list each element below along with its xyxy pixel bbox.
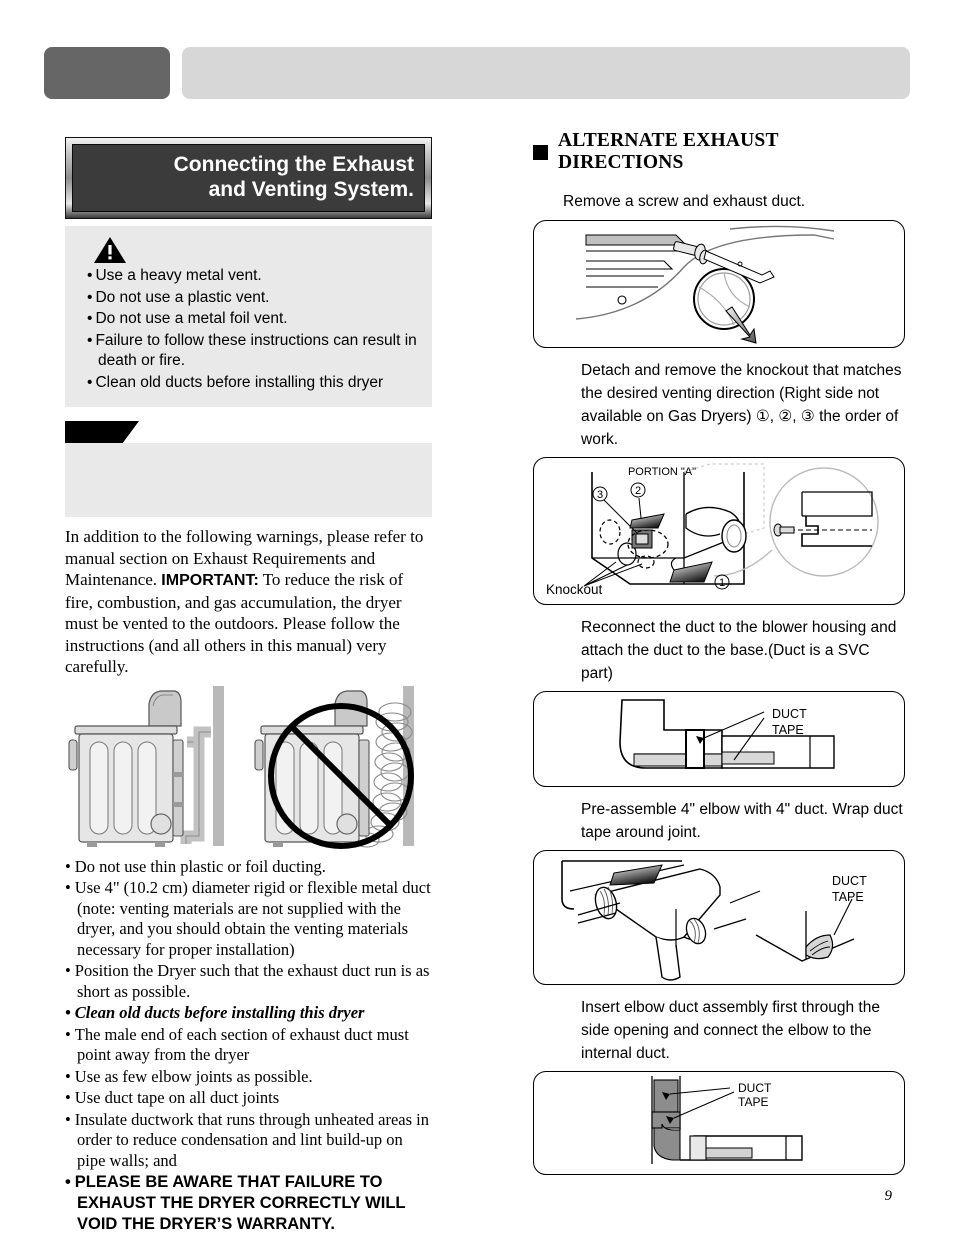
warning-bullet-list: • Use a heavy metal vent. • Do not use a p…: [87, 266, 418, 393]
section-title-line-1: Connecting the Exhaust: [173, 153, 414, 176]
duct-tape-label-line2: TAPE: [772, 723, 804, 737]
warning-item-text: Do not use a plastic vent.: [95, 288, 270, 306]
bullet-glyph: •: [87, 373, 93, 391]
svg-text:2: 2: [635, 485, 641, 497]
note-box-body: [65, 443, 432, 517]
page-number: 9: [884, 1188, 893, 1204]
dryer-flexible-duct-prohibited: [254, 685, 414, 849]
step-2-text: Detach and remove the knockout that matc…: [581, 362, 902, 448]
right-column: ALTERNATE EXHAUST DIRECTIONS Remove a sc…: [533, 130, 905, 1186]
installation-bullet-list: • Do not use thin plastic or foil ducting…: [65, 857, 432, 1236]
bullet-text: Use duct tape on all duct joints: [74, 1088, 280, 1107]
bullet-item: • The male end of each section of exhaust…: [65, 1025, 432, 1066]
warning-item-text: Do not use a metal foil vent.: [95, 310, 288, 327]
section-title-inner: Connecting the Exhaust and Venting Syste…: [72, 144, 425, 212]
bullet-glyph: •: [65, 856, 71, 876]
bullet-text: Clean old ducts before installing this d…: [74, 1003, 365, 1022]
step-3-text: Reconnect the duct to the blower housing…: [581, 619, 897, 682]
screw-and-exhaust-duct-removal-figure: [533, 220, 905, 348]
warning-item: • Do not use a metal foil vent.: [87, 309, 418, 330]
bullet-glyph: •: [65, 961, 71, 980]
intro-paragraph: In addition to the following warnings, p…: [65, 526, 432, 678]
step-4-text: Pre-assemble 4" elbow with 4" duct. Wrap…: [581, 801, 903, 841]
bullet-glyph: •: [87, 267, 93, 284]
duct-to-blower-housing-figure: DUCT TAPE: [533, 691, 905, 787]
warning-item: • Use a heavy metal vent.: [87, 266, 418, 287]
elbow-duct-pre-assembly-figure: DUCT TAPE: [533, 850, 905, 985]
step-5-text: Insert elbow duct assembly first through…: [581, 999, 880, 1062]
page-header: [44, 47, 910, 99]
knockout-portion-a-figure: PORTION "A" Knockout 3 2 1: [533, 457, 905, 605]
warning-item-text: Clean old ducts before installing this d…: [95, 373, 384, 391]
bullet-text: Insulate ductwork that runs through unhe…: [74, 1109, 429, 1170]
header-tab-block: [44, 47, 170, 99]
portion-a-label: PORTION "A": [628, 466, 696, 478]
dryer-rigid-duct-correct: [68, 685, 224, 847]
header-title-bar: [182, 47, 910, 99]
bullet-item-emphasized: • Clean old ducts before installing this …: [65, 1003, 432, 1024]
bullet-glyph: •: [87, 288, 93, 306]
section-title-banner: Connecting the Exhaust and Venting Syste…: [65, 137, 432, 219]
duct-tape-label-line2: TAPE: [832, 890, 864, 904]
note-box: [65, 421, 432, 517]
duct-tape-label-line2: TAPE: [738, 1095, 768, 1109]
svg-text:1: 1: [719, 577, 725, 589]
warning-item: • Failure to follow these instructions ca…: [87, 331, 418, 372]
warning-item: • Do not use a plastic vent.: [87, 288, 418, 309]
duct-tape-label-line1: DUCT: [738, 1081, 772, 1095]
bullet-item: • Use duct tape on all duct joints: [65, 1088, 432, 1109]
bullet-text: Position the Dryer such that the exhaust…: [74, 961, 430, 1001]
note-box-tab: [65, 421, 139, 443]
bullet-text: Do not use thin plastic or foil ducting.: [74, 856, 326, 876]
bullet-glyph: •: [65, 1003, 71, 1022]
bullet-glyph: •: [87, 331, 93, 349]
section-heading-text: ALTERNATE EXHAUST DIRECTIONS: [558, 130, 779, 173]
duct-tape-label-line1: DUCT: [832, 874, 867, 888]
bullet-text: Use as few elbow joints as possible.: [74, 1066, 313, 1086]
bullet-item: • Insulate ductwork that runs through unh…: [65, 1110, 432, 1172]
warning-box: • Use a heavy metal vent. • Do not use a p…: [65, 226, 432, 407]
warning-item-text: Failure to follow these instructions can…: [95, 331, 417, 370]
bullet-glyph: •: [65, 1024, 71, 1044]
knockout-label: Knockout: [546, 582, 603, 597]
intro-paragraph-emphasis: IMPORTANT:: [161, 572, 259, 589]
bullet-item: • Use as few elbow joints as possible.: [65, 1067, 432, 1088]
bullet-text: The male end of each section of exhaust …: [74, 1024, 409, 1065]
dryer-figures: [65, 684, 432, 849]
alternate-exhaust-heading: ALTERNATE EXHAUST DIRECTIONS: [533, 130, 905, 174]
bullet-glyph: •: [65, 1066, 71, 1086]
warning-triangle-icon: [94, 237, 126, 263]
bullet-glyph: •: [87, 310, 93, 327]
warning-item: • Clean old ducts before installing this …: [87, 373, 418, 394]
duct-tape-label-line1: DUCT: [772, 707, 807, 721]
bullet-glyph: •: [65, 1109, 71, 1129]
bullet-glyph: •: [65, 878, 71, 897]
bullet-item: • Do not use thin plastic or foil ducting…: [65, 857, 432, 878]
svg-text:3: 3: [597, 489, 603, 501]
bullet-item: • Position the Dryer such that the exhaus…: [65, 961, 432, 1002]
bullet-glyph: •: [65, 1088, 71, 1107]
elbow-insertion-figure: DUCT TAPE: [533, 1071, 905, 1175]
left-column: Connecting the Exhaust and Venting Syste…: [65, 137, 432, 1236]
bullet-text: Use 4" (10.2 cm) diameter rigid or flexi…: [74, 878, 431, 959]
square-bullet-icon: [533, 144, 548, 160]
bullet-item: • Use 4" (10.2 cm) diameter rigid or flex…: [65, 878, 432, 960]
section-title-line-2: and Venting System.: [208, 178, 414, 201]
step-1-text: Remove a screw and exhaust duct.: [563, 193, 806, 210]
warning-item-text: Use a heavy metal vent.: [95, 267, 262, 284]
